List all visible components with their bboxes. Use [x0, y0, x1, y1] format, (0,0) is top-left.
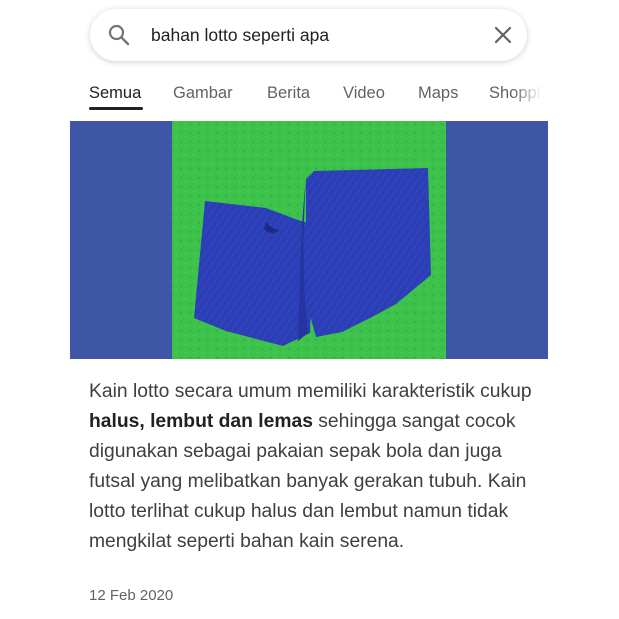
- tab-gambar[interactable]: Gambar: [173, 82, 233, 104]
- tab-semua[interactable]: Semua: [89, 82, 141, 104]
- result-date: 12 Feb 2020: [89, 587, 174, 604]
- tab-maps[interactable]: Maps: [418, 82, 458, 104]
- tab-shopping[interactable]: Shopping: [489, 82, 547, 104]
- search-bar[interactable]: bahan lotto seperti apa: [90, 9, 527, 61]
- tab-video[interactable]: Video: [343, 82, 385, 104]
- close-icon[interactable]: [493, 25, 513, 45]
- result-snippet: Kain lotto secara umum memiliki karakter…: [89, 377, 549, 557]
- snippet-text-continued: sehingga sangat cocok digunakan sebagai …: [89, 411, 527, 552]
- snippet-highlight: halus, lembut dan lemas: [89, 411, 313, 432]
- fabric-left-flap: [194, 201, 314, 346]
- search-tabs: Semua Gambar Berita Video Maps Shopping: [89, 80, 547, 114]
- tab-berita[interactable]: Berita: [267, 82, 310, 104]
- snippet-text: Kain lotto secara umum memiliki karakter…: [89, 381, 532, 402]
- search-icon: [108, 24, 130, 46]
- result-image[interactable]: [70, 121, 548, 359]
- search-input[interactable]: bahan lotto seperti apa: [151, 21, 329, 49]
- active-tab-indicator: [89, 107, 143, 110]
